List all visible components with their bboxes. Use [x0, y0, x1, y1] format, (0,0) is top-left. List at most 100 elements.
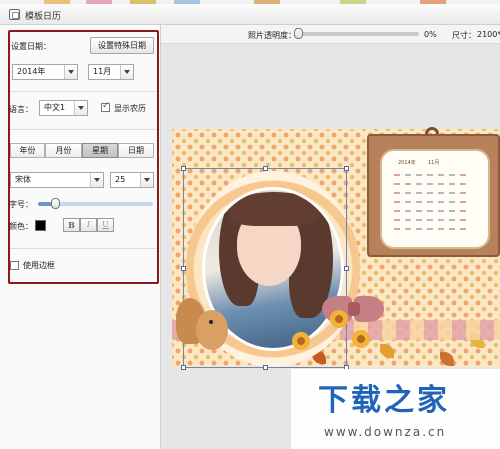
calendar-cell [438, 192, 444, 194]
calendar-cell [460, 228, 466, 230]
calendar-cell [405, 174, 411, 176]
photo-hair [229, 192, 319, 226]
calendar-cell [405, 210, 411, 212]
chevron-down-icon [140, 173, 153, 187]
calendar-cell [438, 183, 444, 185]
tab-month[interactable]: 月份 [45, 143, 82, 158]
settings-panel [0, 25, 161, 449]
calendar-window-icon [9, 9, 20, 20]
use-border-checkbox[interactable] [10, 261, 19, 270]
text-color-swatch[interactable] [35, 220, 46, 231]
calendar-cell [416, 192, 422, 194]
font-select[interactable]: 宋体 [10, 172, 104, 188]
calendar-cell [416, 201, 422, 203]
month-select[interactable]: 11月 [88, 64, 134, 80]
calendar-cell [416, 210, 422, 212]
calendar-cell [449, 201, 455, 203]
size-dimension-label: 尺寸： [452, 31, 476, 40]
title-bar: 模板日历 [0, 4, 500, 25]
calendar-cell [416, 228, 422, 230]
photo-opacity-value: 0% [424, 30, 437, 39]
year-select[interactable]: 2014年 [12, 64, 78, 80]
color-label: 颜色： [9, 222, 33, 231]
chevron-down-icon [90, 173, 103, 187]
calendar-cell [427, 228, 433, 230]
calendar-cell [394, 201, 400, 203]
calendar-cell [394, 228, 400, 230]
chevron-down-icon [74, 101, 87, 115]
calendar-cell [449, 174, 455, 176]
calendar-cell [405, 228, 411, 230]
language-select[interactable]: 中文1 [39, 100, 88, 116]
calendar-cell [394, 219, 400, 221]
calendar-cell [438, 210, 444, 212]
calendar-cell [460, 192, 466, 194]
language-label: 语言： [9, 105, 33, 114]
size-slider[interactable] [38, 198, 153, 209]
calendar-cell [405, 201, 411, 203]
calendar-cell [394, 192, 400, 194]
special-date-button[interactable]: 设置特殊日期 [90, 37, 154, 54]
font-size-select-value: 25 [115, 175, 126, 184]
calendar-cell [460, 183, 466, 185]
language-select-value: 中文1 [44, 103, 66, 112]
calendar-cell [394, 183, 400, 185]
calendar-cell [438, 201, 444, 203]
flower-decoration [352, 330, 370, 348]
watermark-url: www.downza.cn [324, 425, 447, 439]
calendar-cell [460, 174, 466, 176]
tab-weekday[interactable]: 星期 [82, 143, 118, 158]
divider [10, 129, 157, 130]
use-border-label: 使用边框 [23, 261, 55, 270]
calendar-cell [427, 210, 433, 212]
size-dimension-value: 2100*1 [477, 30, 500, 39]
flower-decoration [292, 332, 310, 350]
calendar-cell [427, 201, 433, 203]
calendar-cell [438, 174, 444, 176]
photo-opacity-thumb[interactable] [294, 28, 303, 39]
show-lunar-checkbox[interactable] [101, 101, 110, 112]
squirrel-eye [209, 320, 213, 324]
squirrel-decoration [176, 298, 232, 358]
calendar-cell [405, 192, 411, 194]
year-select-value: 2014年 [17, 67, 46, 76]
calendar-cell [416, 219, 422, 221]
bold-button[interactable]: B [63, 218, 80, 232]
window-title: 模板日历 [25, 12, 62, 22]
month-select-value: 11月 [93, 67, 112, 76]
size-slider-thumb[interactable] [51, 198, 61, 209]
bow-knot [348, 302, 360, 316]
chevron-down-icon [64, 65, 77, 79]
calendar-cell [427, 219, 433, 221]
calendar-month-text: 11月 [428, 160, 440, 166]
calendar-cell [449, 183, 455, 185]
font-size-select[interactable]: 25 [110, 172, 154, 188]
calendar-cell [405, 183, 411, 185]
calendar-cell [394, 174, 400, 176]
tab-day[interactable]: 日期 [118, 143, 154, 158]
size-label: 字号： [9, 200, 33, 209]
calendar-cell [438, 219, 444, 221]
calendar-cell [460, 210, 466, 212]
calendar-cell [416, 174, 422, 176]
squirrel-body [196, 310, 228, 350]
chevron-down-icon [120, 65, 133, 79]
calendar-cell [394, 210, 400, 212]
italic-button[interactable]: I [80, 218, 97, 232]
divider [10, 248, 157, 249]
underline-button[interactable]: U [97, 218, 114, 232]
set-date-label: 设置日期： [11, 42, 51, 51]
calendar-cell [438, 228, 444, 230]
calendar-cell [427, 192, 433, 194]
photo-opacity-slider[interactable] [294, 28, 419, 39]
calendar-cell [449, 219, 455, 221]
flower-decoration [330, 310, 348, 328]
calendar-cell [460, 201, 466, 203]
calendar-cell [449, 210, 455, 212]
tab-year[interactable]: 年份 [10, 143, 45, 158]
photo-opacity-label: 照片透明度： [248, 31, 296, 40]
calendar-cell [416, 183, 422, 185]
calendar-cell [449, 228, 455, 230]
font-select-value: 宋体 [15, 175, 31, 184]
calendar-cell [405, 219, 411, 221]
